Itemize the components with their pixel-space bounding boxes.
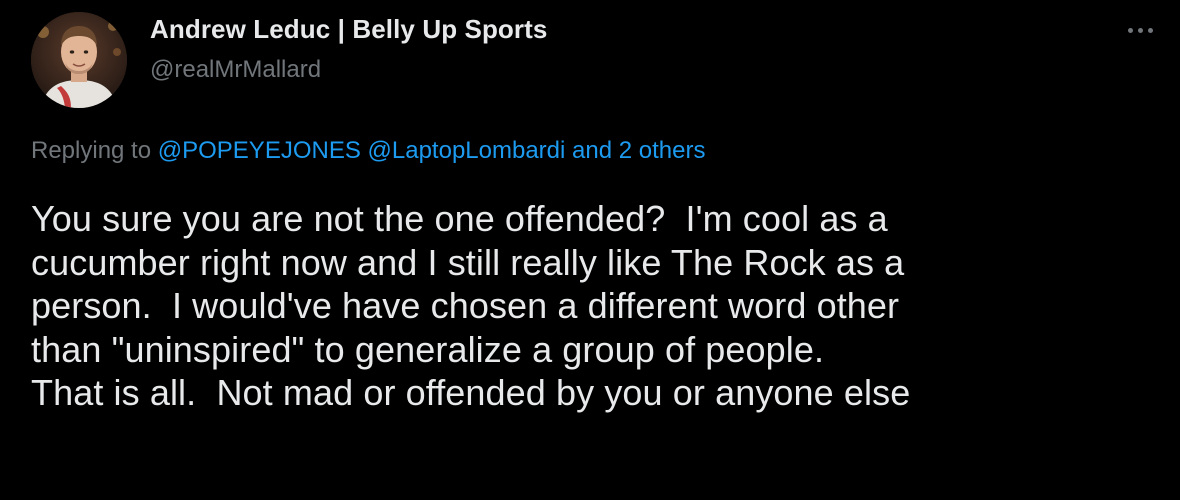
more-horizontal-icon-dot — [1137, 27, 1143, 33]
tweet-text: You sure you are not the one offended? I… — [31, 198, 911, 413]
author-handle[interactable]: @realMrMallard — [150, 56, 321, 84]
mention-others-link[interactable]: and 2 others — [572, 137, 705, 164]
replying-to-line: Replying to @POPEYEJONES @LaptopLombardi… — [31, 137, 705, 165]
mention-link-popeyejones[interactable]: @POPEYEJONES — [158, 137, 361, 164]
replying-to-prefix: Replying to — [31, 137, 158, 164]
more-options-button[interactable] — [1120, 18, 1160, 42]
more-horizontal-icon — [1127, 27, 1133, 33]
more-horizontal-icon-dot — [1147, 27, 1153, 33]
author-display-name[interactable]: Andrew Leduc | Belly Up Sports — [150, 14, 547, 45]
avatar-photo — [31, 12, 127, 108]
avatar[interactable] — [31, 12, 127, 108]
mention-link-laptoplombardi[interactable]: @LaptopLombardi — [368, 137, 566, 164]
